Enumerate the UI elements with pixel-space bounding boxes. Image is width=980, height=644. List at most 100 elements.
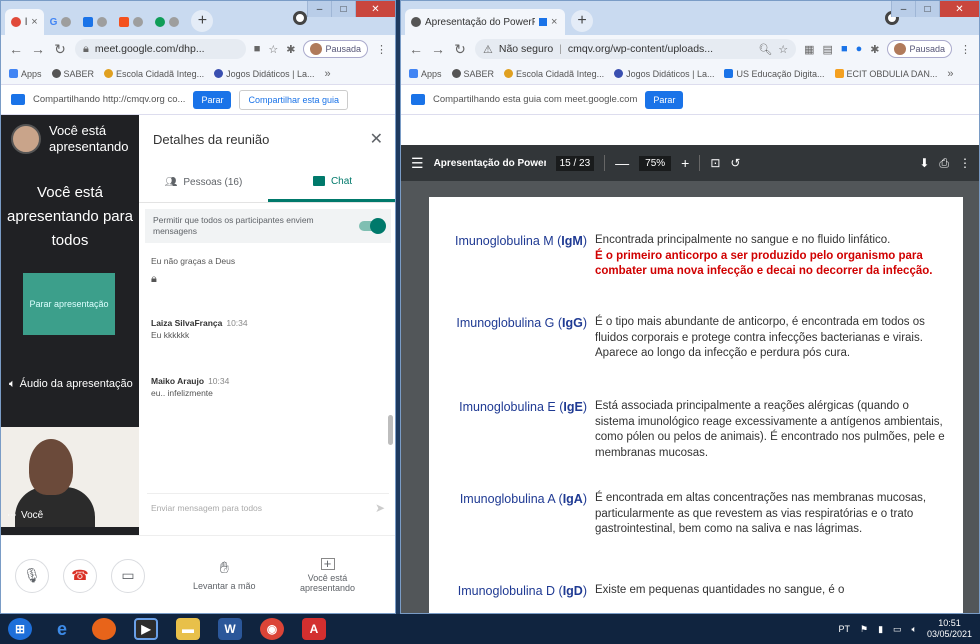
star-icon[interactable]: ☆ bbox=[268, 43, 278, 56]
microphone-button[interactable]: 🎙︎ bbox=[15, 558, 49, 593]
more-options-icon[interactable]: ⋮ bbox=[959, 156, 971, 170]
clock[interactable]: 10:51 03/05/2021 bbox=[927, 618, 972, 640]
camera-button[interactable]: ▭ bbox=[111, 558, 145, 593]
back-icon[interactable]: ← bbox=[409, 41, 423, 57]
zoom-level[interactable]: 75% bbox=[639, 155, 672, 171]
close-tab-icon[interactable]: × bbox=[551, 16, 557, 28]
omnibox[interactable]: 🔒︎ meet.google.com/dhp... bbox=[75, 39, 246, 59]
stop-sharing-button[interactable]: Parar bbox=[645, 90, 684, 109]
tab-meet-2[interactable] bbox=[149, 9, 185, 35]
share-this-tab-button[interactable]: Compartilhar esta guia bbox=[239, 89, 348, 110]
panel-header: Detalhes da reunião ✕ bbox=[139, 115, 395, 163]
chrome-icon[interactable]: ◉ bbox=[260, 618, 284, 640]
chat-scrollbar[interactable] bbox=[388, 415, 393, 445]
fit-page-icon[interactable]: ⊡ bbox=[710, 156, 720, 170]
zoom-out-button[interactable]: — bbox=[615, 155, 629, 171]
tab-label: Apresentação do PowerPoint bbox=[425, 16, 535, 28]
tab-docs[interactable] bbox=[77, 9, 113, 35]
presenting-button[interactable]: + Você está apresentando bbox=[296, 557, 360, 593]
ig-code: IgM bbox=[561, 234, 583, 248]
self-video-tile[interactable]: ⋯ Você bbox=[1, 427, 139, 527]
raise-hand-button[interactable]: ✋︎ Levantar a mão bbox=[193, 560, 256, 591]
menu-icon[interactable]: ⋮ bbox=[376, 43, 387, 56]
search-icon[interactable]: 🔍︎ bbox=[758, 43, 772, 56]
bookmark-ecit[interactable]: ECIT OBDULIA DAN... bbox=[834, 69, 937, 79]
tab-powerpoint[interactable]: Apresentação do PowerPoint × bbox=[405, 9, 565, 35]
hamburger-menu-icon[interactable]: ☰ bbox=[411, 155, 424, 172]
zoom-in-button[interactable]: + bbox=[681, 155, 689, 171]
close-window-button[interactable]: ✕ bbox=[939, 1, 979, 17]
new-tab-button[interactable]: + bbox=[571, 10, 593, 32]
star-icon[interactable]: ☆ bbox=[778, 43, 788, 56]
bookmark-saber[interactable]: SABER bbox=[51, 69, 94, 79]
language-indicator[interactable]: PT bbox=[838, 624, 850, 634]
start-button-icon[interactable]: ⊞ bbox=[8, 618, 32, 640]
forward-icon[interactable]: → bbox=[431, 41, 445, 57]
clock-time: 10:51 bbox=[938, 618, 961, 628]
forward-icon[interactable]: → bbox=[31, 41, 45, 57]
close-window-button[interactable]: ✕ bbox=[355, 1, 395, 17]
reload-icon[interactable]: ↻ bbox=[53, 41, 67, 58]
menu-icon[interactable]: ⋮ bbox=[960, 43, 971, 56]
rotate-icon[interactable]: ↺ bbox=[730, 156, 740, 170]
tab-chat[interactable]: Chat bbox=[268, 163, 395, 202]
bookmark-escola[interactable]: Escola Cidadã Integ... bbox=[104, 69, 204, 79]
bookmark-us-educacao[interactable]: US Educação Digita... bbox=[724, 69, 825, 79]
reload-icon[interactable]: ↻ bbox=[453, 41, 467, 58]
extension-icon[interactable]: ● bbox=[856, 43, 863, 55]
network-icon[interactable]: ▮ bbox=[878, 624, 883, 635]
bookmark-jogos[interactable]: Jogos Didáticos | La... bbox=[614, 69, 714, 79]
extension-icon[interactable]: ▦ bbox=[804, 43, 814, 56]
back-icon[interactable]: ← bbox=[9, 41, 23, 57]
word-icon[interactable]: W bbox=[218, 618, 242, 640]
puzzle-icon[interactable]: ✱ bbox=[870, 43, 879, 56]
chat-input[interactable]: Enviar mensagem para todos ➤ bbox=[147, 493, 389, 521]
extension-icon[interactable]: ■ bbox=[841, 43, 848, 55]
people-tab-label: Pessoas (16) bbox=[183, 177, 243, 188]
flag-icon[interactable]: ⚑ bbox=[860, 624, 868, 635]
minimize-button[interactable]: – bbox=[307, 1, 331, 17]
apps-icon bbox=[9, 69, 18, 78]
profile-button[interactable]: Pausada bbox=[887, 40, 952, 58]
send-icon[interactable]: ➤ bbox=[375, 501, 385, 515]
download-icon[interactable]: ⬇ bbox=[919, 156, 929, 170]
internet-explorer-icon[interactable]: e bbox=[50, 618, 74, 640]
media-player-icon[interactable]: ▶ bbox=[134, 618, 158, 640]
more-bookmarks-icon[interactable]: » bbox=[324, 68, 330, 80]
camera-icon[interactable]: ■ bbox=[254, 43, 261, 55]
acrobat-icon[interactable]: A bbox=[302, 618, 326, 640]
stop-sharing-button[interactable]: Parar bbox=[193, 90, 232, 109]
pdf-viewport[interactable]: Imunoglobulina M (IgM) Encontrada princi… bbox=[401, 181, 979, 613]
profile-button[interactable]: Pausada bbox=[303, 40, 368, 58]
allow-messages-toggle[interactable] bbox=[359, 218, 386, 234]
print-icon[interactable]: ⎙ bbox=[939, 156, 949, 171]
tab-slides[interactable] bbox=[113, 9, 149, 35]
bookmark-apps[interactable]: Apps bbox=[9, 69, 42, 79]
igm-description: Encontrada principalmente no sangue e no… bbox=[595, 233, 945, 280]
file-explorer-icon[interactable]: ▬ bbox=[176, 618, 200, 640]
firefox-icon[interactable] bbox=[92, 618, 116, 640]
end-call-button[interactable]: ☎︎ bbox=[63, 558, 97, 593]
battery-icon[interactable]: ▭ bbox=[893, 624, 902, 635]
tab-google[interactable]: G bbox=[44, 9, 78, 35]
more-bookmarks-icon[interactable]: » bbox=[947, 68, 953, 80]
maximize-button[interactable]: □ bbox=[915, 1, 939, 17]
extension-icon[interactable]: ✱ bbox=[286, 43, 295, 56]
minimize-button[interactable]: – bbox=[891, 1, 915, 17]
volume-icon[interactable]: 🔈︎ bbox=[912, 624, 917, 635]
maximize-button[interactable]: □ bbox=[331, 1, 355, 17]
extension-icon[interactable]: ▤ bbox=[823, 43, 833, 56]
tab-people[interactable]: 👥︎ Pessoas (16) bbox=[139, 163, 268, 202]
bookmark-saber[interactable]: SABER bbox=[451, 69, 494, 79]
presentation-audio[interactable]: 🔈︎ Áudio da apresentação bbox=[9, 377, 133, 392]
tab-meet[interactable]: l × bbox=[5, 9, 44, 35]
bookmark-escola[interactable]: Escola Cidadã Integ... bbox=[504, 69, 604, 79]
close-icon[interactable]: ✕ bbox=[370, 129, 383, 149]
bookmark-apps[interactable]: Apps bbox=[409, 69, 442, 79]
bookmark-jogos[interactable]: Jogos Didáticos | La... bbox=[214, 69, 314, 79]
close-tab-icon[interactable]: × bbox=[31, 16, 37, 28]
page-indicator[interactable]: 15 / 23 bbox=[555, 155, 595, 171]
stop-presenting-button[interactable]: Parar apresentação bbox=[23, 273, 115, 335]
omnibox[interactable]: ⚠︎ Não seguro | cmqv.org/wp-content/uplo… bbox=[475, 39, 797, 59]
new-tab-button[interactable]: + bbox=[191, 10, 214, 32]
